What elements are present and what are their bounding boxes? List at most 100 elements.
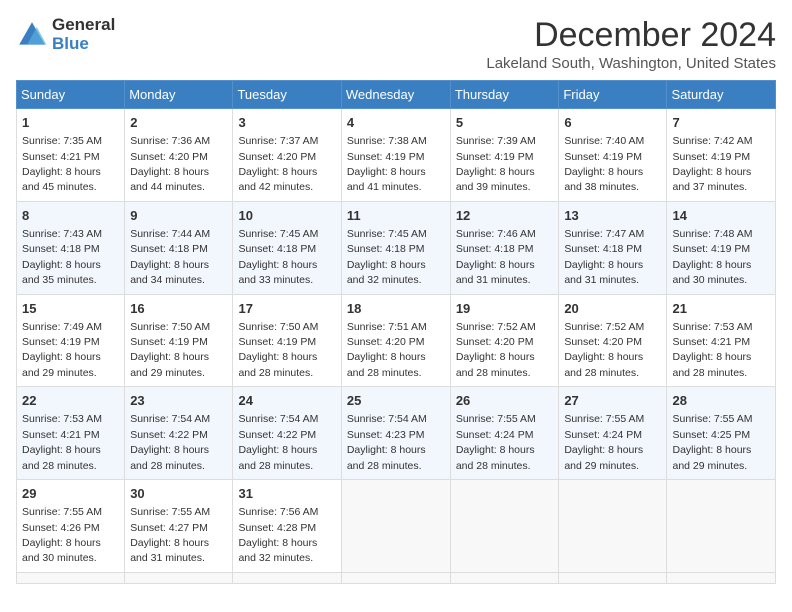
title-block: December 2024 Lakeland South, Washington… — [486, 16, 776, 72]
day-info: Sunrise: 7:51 AMSunset: 4:20 PMDaylight:… — [347, 321, 427, 379]
day-number: 5 — [456, 114, 554, 132]
calendar-cell: 2 Sunrise: 7:36 AMSunset: 4:20 PMDaylight… — [125, 109, 233, 202]
day-number: 10 — [238, 207, 335, 225]
calendar-cell: 9 Sunrise: 7:44 AMSunset: 4:18 PMDaylight… — [125, 201, 233, 294]
day-info: Sunrise: 7:53 AMSunset: 4:21 PMDaylight:… — [22, 413, 102, 471]
day-number: 2 — [130, 114, 227, 132]
calendar-cell: 16 Sunrise: 7:50 AMSunset: 4:19 PMDayligh… — [125, 294, 233, 387]
day-info: Sunrise: 7:55 AMSunset: 4:25 PMDaylight:… — [672, 413, 752, 471]
day-number: 18 — [347, 300, 445, 318]
day-info: Sunrise: 7:52 AMSunset: 4:20 PMDaylight:… — [564, 321, 644, 379]
day-info: Sunrise: 7:55 AMSunset: 4:24 PMDaylight:… — [456, 413, 536, 471]
day-info: Sunrise: 7:56 AMSunset: 4:28 PMDaylight:… — [238, 506, 318, 564]
day-info: Sunrise: 7:47 AMSunset: 4:18 PMDaylight:… — [564, 228, 644, 286]
calendar-cell: 7 Sunrise: 7:42 AMSunset: 4:19 PMDaylight… — [667, 109, 776, 202]
day-number: 23 — [130, 392, 227, 410]
day-info: Sunrise: 7:48 AMSunset: 4:19 PMDaylight:… — [672, 228, 752, 286]
col-sunday: Sunday — [17, 81, 125, 109]
calendar-cell: 21Sunrise: 7:53 AMSunset: 4:21 PMDayligh… — [667, 294, 776, 387]
page-header: General Blue December 2024 Lakeland Sout… — [16, 16, 776, 72]
calendar-cell: 11 Sunrise: 7:45 AMSunset: 4:18 PMDayligh… — [341, 201, 450, 294]
calendar-cell — [450, 480, 559, 573]
day-number: 29 — [22, 485, 119, 503]
day-number: 3 — [238, 114, 335, 132]
day-info: Sunrise: 7:54 AMSunset: 4:23 PMDaylight:… — [347, 413, 427, 471]
col-friday: Friday — [559, 81, 667, 109]
calendar-week-row — [17, 572, 776, 583]
calendar-cell — [233, 572, 341, 583]
calendar-cell: 24Sunrise: 7:54 AMSunset: 4:22 PMDayligh… — [233, 387, 341, 480]
day-number: 31 — [238, 485, 335, 503]
calendar-cell — [125, 572, 233, 583]
day-info: Sunrise: 7:35 AMSunset: 4:21 PMDaylight:… — [22, 135, 102, 193]
calendar-cell: 6Sunrise: 7:40 AMSunset: 4:19 PMDaylight… — [559, 109, 667, 202]
col-tuesday: Tuesday — [233, 81, 341, 109]
calendar-cell: 22 Sunrise: 7:53 AMSunset: 4:21 PMDayligh… — [17, 387, 125, 480]
col-monday: Monday — [125, 81, 233, 109]
day-info: Sunrise: 7:50 AMSunset: 4:19 PMDaylight:… — [238, 321, 318, 379]
day-number: 12 — [456, 207, 554, 225]
day-info: Sunrise: 7:36 AMSunset: 4:20 PMDaylight:… — [130, 135, 210, 193]
day-info: Sunrise: 7:44 AMSunset: 4:18 PMDaylight:… — [130, 228, 210, 286]
calendar-table: Sunday Monday Tuesday Wednesday Thursday… — [16, 80, 776, 584]
calendar-cell: 27Sunrise: 7:55 AMSunset: 4:24 PMDayligh… — [559, 387, 667, 480]
day-number: 28 — [672, 392, 770, 410]
day-number: 11 — [347, 207, 445, 225]
calendar-cell — [667, 572, 776, 583]
calendar-cell: 28 Sunrise: 7:55 AMSunset: 4:25 PMDayligh… — [667, 387, 776, 480]
day-number: 19 — [456, 300, 554, 318]
day-info: Sunrise: 7:45 AMSunset: 4:18 PMDaylight:… — [238, 228, 318, 286]
day-info: Sunrise: 7:52 AMSunset: 4:20 PMDaylight:… — [456, 321, 536, 379]
calendar-cell — [341, 572, 450, 583]
day-number: 1 — [22, 114, 119, 132]
calendar-cell: 14Sunrise: 7:48 AMSunset: 4:19 PMDayligh… — [667, 201, 776, 294]
calendar-week-row: 8 Sunrise: 7:43 AMSunset: 4:18 PMDaylight… — [17, 201, 776, 294]
calendar-cell: 29 Sunrise: 7:55 AMSunset: 4:26 PMDayligh… — [17, 480, 125, 573]
calendar-cell: 10 Sunrise: 7:45 AMSunset: 4:18 PMDayligh… — [233, 201, 341, 294]
day-info: Sunrise: 7:54 AMSunset: 4:22 PMDaylight:… — [130, 413, 210, 471]
day-info: Sunrise: 7:55 AMSunset: 4:26 PMDaylight:… — [22, 506, 102, 564]
day-info: Sunrise: 7:42 AMSunset: 4:19 PMDaylight:… — [672, 135, 752, 193]
day-info: Sunrise: 7:43 AMSunset: 4:18 PMDaylight:… — [22, 228, 102, 286]
calendar-week-row: 22 Sunrise: 7:53 AMSunset: 4:21 PMDayligh… — [17, 387, 776, 480]
calendar-cell — [667, 480, 776, 573]
calendar-cell: 5Sunrise: 7:39 AMSunset: 4:19 PMDaylight… — [450, 109, 559, 202]
calendar-cell: 8 Sunrise: 7:43 AMSunset: 4:18 PMDaylight… — [17, 201, 125, 294]
logo-general-text: General — [52, 16, 115, 35]
day-number: 13 — [564, 207, 661, 225]
calendar-cell: 19 Sunrise: 7:52 AMSunset: 4:20 PMDayligh… — [450, 294, 559, 387]
day-number: 7 — [672, 114, 770, 132]
calendar-cell: 13 Sunrise: 7:47 AMSunset: 4:18 PMDayligh… — [559, 201, 667, 294]
calendar-cell — [450, 572, 559, 583]
calendar-subtitle: Lakeland South, Washington, United State… — [486, 55, 776, 72]
logo-icon — [16, 19, 48, 51]
day-number: 16 — [130, 300, 227, 318]
day-number: 24 — [238, 392, 335, 410]
calendar-cell: 30Sunrise: 7:55 AMSunset: 4:27 PMDayligh… — [125, 480, 233, 573]
calendar-title: December 2024 — [486, 16, 776, 55]
day-number: 27 — [564, 392, 661, 410]
day-number: 15 — [22, 300, 119, 318]
day-info: Sunrise: 7:38 AMSunset: 4:19 PMDaylight:… — [347, 135, 427, 193]
logo: General Blue — [16, 16, 115, 53]
day-info: Sunrise: 7:40 AMSunset: 4:19 PMDaylight:… — [564, 135, 644, 193]
calendar-cell: 12Sunrise: 7:46 AMSunset: 4:18 PMDayligh… — [450, 201, 559, 294]
day-number: 25 — [347, 392, 445, 410]
col-thursday: Thursday — [450, 81, 559, 109]
col-wednesday: Wednesday — [341, 81, 450, 109]
calendar-cell: 31 Sunrise: 7:56 AMSunset: 4:28 PMDayligh… — [233, 480, 341, 573]
calendar-cell: 23 Sunrise: 7:54 AMSunset: 4:22 PMDayligh… — [125, 387, 233, 480]
day-info: Sunrise: 7:45 AMSunset: 4:18 PMDaylight:… — [347, 228, 427, 286]
logo-blue-text: Blue — [52, 35, 115, 54]
calendar-cell: 3Sunrise: 7:37 AMSunset: 4:20 PMDaylight… — [233, 109, 341, 202]
day-info: Sunrise: 7:49 AMSunset: 4:19 PMDaylight:… — [22, 321, 102, 379]
calendar-cell: 20Sunrise: 7:52 AMSunset: 4:20 PMDayligh… — [559, 294, 667, 387]
calendar-cell: 18 Sunrise: 7:51 AMSunset: 4:20 PMDayligh… — [341, 294, 450, 387]
day-number: 22 — [22, 392, 119, 410]
day-number: 9 — [130, 207, 227, 225]
day-number: 26 — [456, 392, 554, 410]
calendar-cell: 26 Sunrise: 7:55 AMSunset: 4:24 PMDayligh… — [450, 387, 559, 480]
calendar-week-row: 15 Sunrise: 7:49 AMSunset: 4:19 PMDayligh… — [17, 294, 776, 387]
day-info: Sunrise: 7:50 AMSunset: 4:19 PMDaylight:… — [130, 321, 210, 379]
day-number: 8 — [22, 207, 119, 225]
